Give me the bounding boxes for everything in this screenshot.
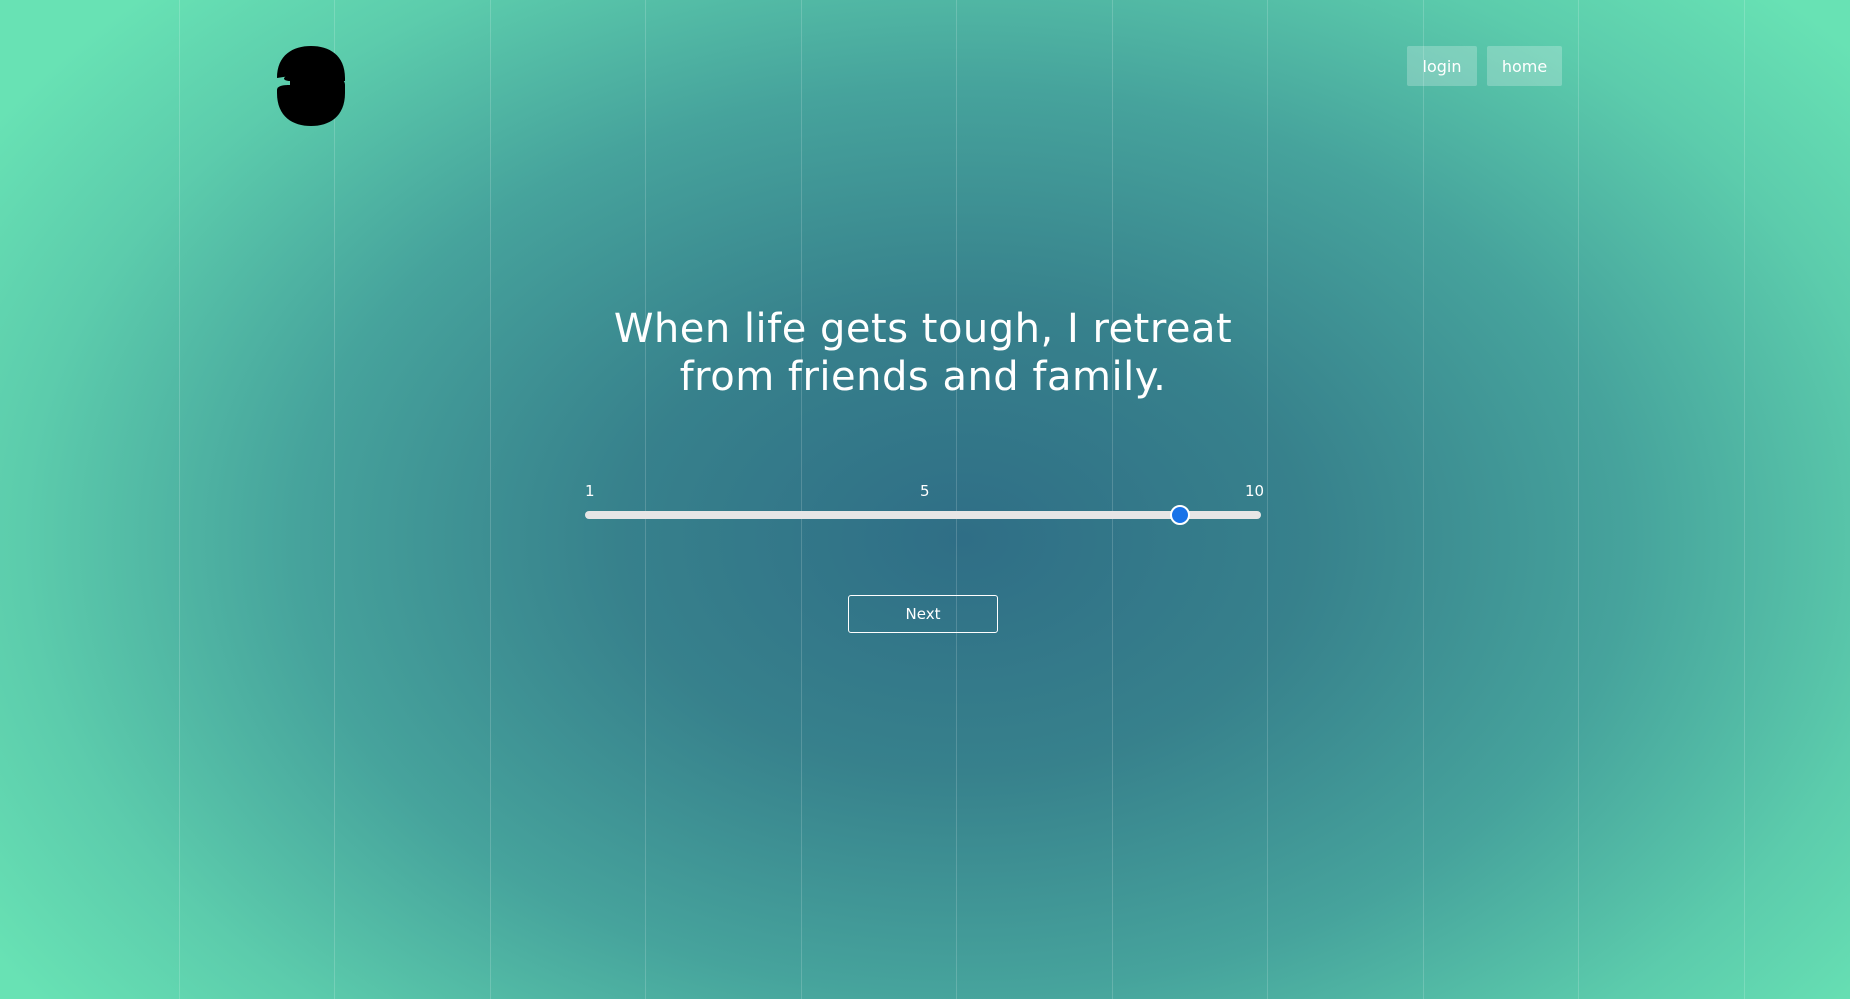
grid-line [334,0,335,999]
grid-line [1744,0,1745,999]
home-button[interactable]: home [1487,46,1562,86]
grid-line [490,0,491,999]
grid-line [645,0,646,999]
grid-line [1112,0,1113,999]
next-button[interactable]: Next [848,595,998,633]
grid-line [1267,0,1268,999]
scale-min-label: 1 [585,482,595,500]
grid-line [1423,0,1424,999]
slider-track[interactable] [585,511,1261,519]
question-text: When life gets tough, I retreat from fri… [613,306,1233,400]
grid-line [179,0,180,999]
grid-line [801,0,802,999]
grid-line [1578,0,1579,999]
slider-thumb[interactable] [1170,505,1191,525]
login-button[interactable]: login [1407,46,1477,86]
rating-slider[interactable] [585,505,1261,525]
s-logo-icon[interactable] [274,45,348,127]
grid-line [956,0,957,999]
scale-mid-label: 5 [920,482,930,500]
scale-max-label: 10 [1245,482,1265,500]
